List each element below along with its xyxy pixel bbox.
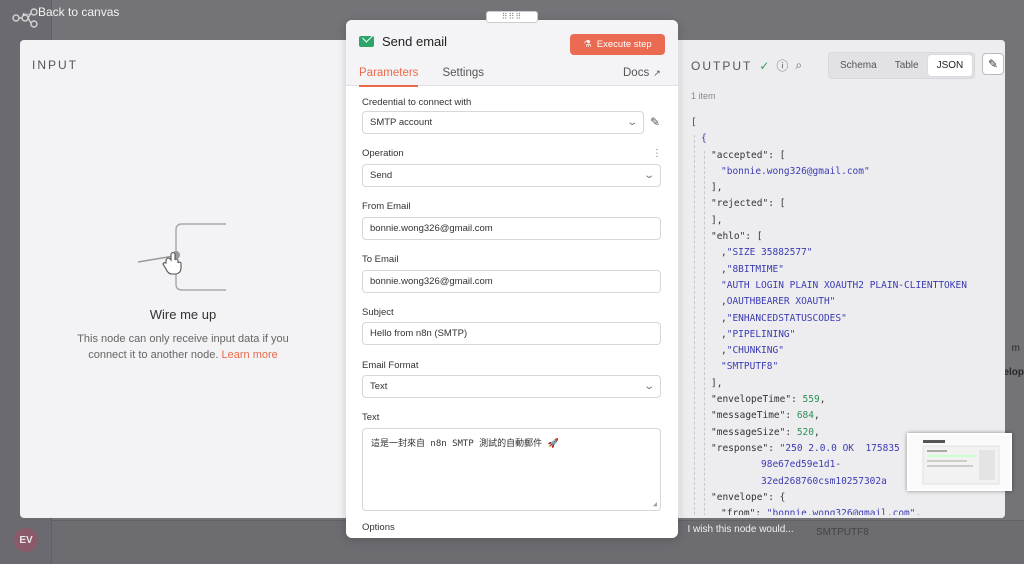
docs-link[interactable]: Docs ↗ — [623, 67, 661, 79]
feedback-link[interactable]: ♀ I wish this node would... — [672, 524, 794, 535]
json-line: "SMTPUTF8" — [721, 361, 779, 373]
indent-guide — [704, 151, 705, 515]
subject-value: Hello from n8n (SMTP) — [370, 328, 468, 339]
json-line: { — [701, 133, 707, 145]
operation-select[interactable]: Send ⌄ — [362, 164, 661, 187]
json-line: ,"CHUNKING" — [721, 345, 784, 357]
indent-guide — [694, 135, 695, 515]
minimap-preview — [909, 435, 1010, 489]
to-email-value: bonnie.wong326@gmail.com — [370, 276, 493, 287]
node-title: Send email — [359, 34, 447, 49]
pencil-icon: ✎ — [987, 57, 999, 71]
node-header: Send email ⚗ Execute step Parameters Set… — [346, 20, 678, 87]
options-kebab-icon[interactable]: ⋮ — [652, 148, 662, 159]
edit-credential-icon[interactable]: ✎ — [650, 115, 660, 129]
node-title-text[interactable]: Send email — [382, 34, 447, 49]
tab-settings[interactable]: Settings — [442, 67, 484, 87]
canvas-minimap[interactable] — [907, 433, 1012, 491]
node-parameters-panel: Send email ⚗ Execute step Parameters Set… — [346, 20, 678, 538]
bg-fragment-smtputf8: SMTPUTF8 — [816, 527, 869, 538]
view-table-button[interactable]: Table — [886, 55, 928, 76]
input-panel-title: INPUT — [32, 58, 78, 72]
chevron-down-icon: ⌄ — [642, 381, 655, 392]
back-to-canvas-link[interactable]: ← Back to canvas — [20, 5, 119, 19]
json-line: ], — [711, 182, 723, 194]
json-line: ,"ENHANCEDSTATUSCODES" — [721, 312, 847, 324]
learn-more-link[interactable]: Learn more — [222, 349, 278, 361]
json-line: ,"PIPELINING" — [721, 328, 796, 340]
email-format-select[interactable]: Text ⌄ — [362, 375, 661, 398]
json-line: ,OAUTHBEARER XOAUTH" — [721, 296, 836, 308]
input-panel: INPUT Wire me up This node can only rece… — [20, 40, 346, 518]
search-icon[interactable]: ⌕ — [795, 58, 802, 73]
view-json-button[interactable]: JSON — [927, 55, 973, 76]
edit-output-button[interactable]: ✎ — [982, 53, 1004, 75]
json-line: ], — [711, 377, 723, 389]
json-line: ], — [711, 214, 723, 226]
from-email-label: From Email — [362, 201, 411, 212]
email-format-value: Text — [370, 381, 388, 392]
email-format-label: Email Format — [362, 360, 419, 371]
to-email-input[interactable]: bonnie.wong326@gmail.com — [362, 270, 661, 293]
credential-value: SMTP account — [370, 117, 433, 128]
view-schema-button[interactable]: Schema — [831, 55, 886, 76]
from-email-input[interactable]: bonnie.wong326@gmail.com — [362, 217, 661, 240]
output-header: OUTPUT ✓ ⓘ ⌕ — [691, 57, 802, 74]
json-line: "rejected": [ — [711, 198, 786, 210]
output-panel-title: OUTPUT — [691, 58, 753, 73]
credential-label: Credential to connect with — [362, 97, 472, 108]
json-line: ,"SIZE 35882577" — [721, 247, 813, 259]
arrow-left-icon: ← — [20, 5, 32, 19]
json-line: "bonnie.wong326@gmail.com" — [721, 165, 870, 177]
text-textarea[interactable]: 這是一封來自 n8n SMTP 測試的自動郵件 🚀 ◢ — [362, 428, 661, 511]
json-line: "envelopeTime": 559, — [711, 394, 826, 406]
wire-hand-icon — [138, 223, 226, 291]
execute-step-label: Execute step — [596, 39, 652, 50]
success-check-icon: ✓ — [759, 58, 770, 73]
to-email-label: To Email — [362, 254, 399, 265]
operation-value: Send — [370, 170, 393, 181]
drag-handle[interactable]: ⠿⠿⠿ — [486, 11, 538, 23]
feedback-text: I wish this node would... — [687, 524, 794, 535]
text-value: 這是一封來自 n8n SMTP 測試的自動郵件 🚀 — [371, 439, 559, 449]
view-switcher: Schema Table JSON — [828, 52, 976, 79]
credential-select[interactable]: SMTP account ⌄ — [362, 111, 644, 134]
json-line: "messageTime": 684, — [711, 410, 820, 422]
execute-step-button[interactable]: ⚗ Execute step — [570, 34, 665, 55]
tab-parameters[interactable]: Parameters — [359, 67, 419, 87]
flask-icon: ⚗ — [583, 39, 592, 50]
back-to-canvas-label: Back to canvas — [38, 5, 120, 19]
items-count: 1 item — [691, 91, 716, 101]
operation-label: Operation — [362, 148, 404, 159]
external-link-icon: ↗ — [653, 67, 661, 78]
options-label: Options — [362, 522, 395, 533]
envelope-icon — [359, 36, 374, 47]
resize-handle-icon[interactable]: ◢ — [653, 500, 657, 508]
avatar[interactable]: EV — [14, 528, 38, 552]
subject-label: Subject — [362, 307, 394, 318]
docs-label: Docs — [623, 67, 650, 79]
wire-description: This node can only receive input data if… — [60, 331, 306, 363]
json-line: "from": "bonnie.wong326@gmail.com", — [721, 508, 922, 515]
wire-me-up-title: Wire me up — [149, 307, 217, 322]
bg-fragment-m: m — [1011, 343, 1020, 354]
subject-input[interactable]: Hello from n8n (SMTP) — [362, 322, 661, 345]
chevron-down-icon: ⌄ — [642, 170, 655, 181]
text-label: Text — [362, 412, 380, 423]
json-line: "accepted": [ — [711, 149, 786, 161]
json-line: [ — [691, 117, 697, 128]
json-line: "AUTH LOGIN PLAIN XOAUTH2 PLAIN-CLIENTTO… — [721, 279, 967, 291]
json-line: "ehlo": [ — [711, 231, 763, 243]
node-tabs: Parameters Settings — [359, 67, 484, 87]
chevron-down-icon: ⌄ — [625, 117, 638, 128]
info-icon[interactable]: ⓘ — [776, 57, 788, 74]
from-email-value: bonnie.wong326@gmail.com — [370, 223, 493, 234]
bg-fragment-elop: elop — [1003, 367, 1024, 378]
json-line: ,"8BITMIME" — [721, 263, 784, 275]
